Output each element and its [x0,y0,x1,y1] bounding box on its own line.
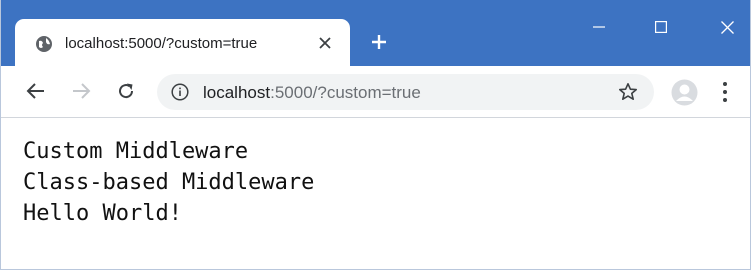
avatar-icon[interactable] [671,79,698,106]
address-bar[interactable]: localhost:5000/?custom=true [157,74,654,110]
output-line: Class-based Middleware [23,170,315,195]
minimize-icon [593,26,605,28]
browser-toolbar: localhost:5000/?custom=true [1,66,750,118]
info-icon[interactable] [171,83,189,101]
close-window-button[interactable] [707,12,747,42]
maximize-icon [655,21,667,33]
back-button[interactable] [23,78,49,104]
reload-icon [119,83,134,99]
address-host: localhost [203,83,271,102]
forward-button[interactable] [68,78,94,104]
browser-window: localhost:5000/?custom=true localhost:50… [0,0,751,270]
arrow-right-icon [73,83,91,99]
tab-close-button[interactable] [314,32,336,54]
output-line: Hello World! [23,201,182,226]
close-icon [319,37,331,49]
reload-button[interactable] [113,78,139,104]
star-icon[interactable] [618,82,638,102]
globe-icon [36,36,52,52]
tab-title: localhost:5000/?custom=true [65,35,258,52]
kebab-menu-icon[interactable] [719,79,731,105]
address-path: :5000/?custom=true [270,83,421,102]
title-bar: localhost:5000/?custom=true [1,0,750,66]
address-text[interactable]: localhost:5000/?custom=true [203,83,421,103]
close-icon [720,20,734,34]
output-line: Custom Middleware [23,139,249,164]
arrow-left-icon [26,83,44,99]
page-content: Custom Middleware Class-based Middleware… [1,118,750,269]
maximize-button[interactable] [641,12,681,42]
plus-icon [372,35,386,49]
browser-tab[interactable]: localhost:5000/?custom=true [15,19,350,66]
new-tab-button[interactable] [367,30,391,54]
minimize-button[interactable] [579,12,619,42]
